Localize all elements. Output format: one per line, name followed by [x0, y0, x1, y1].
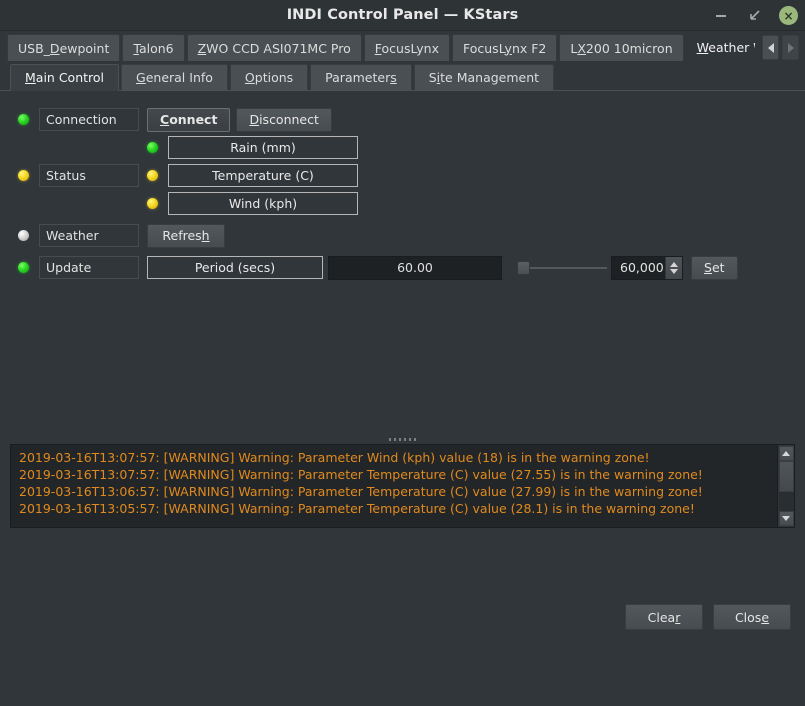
weather-status-led	[18, 230, 29, 241]
spinbox-steppers	[665, 256, 682, 279]
minimize-icon[interactable]	[711, 6, 731, 26]
log-text-area[interactable]: 2019-03-16T13:07:57: [WARNING] Warning: …	[11, 445, 777, 527]
status-row: Status Temperature (C)	[18, 163, 787, 188]
device-tab-usb-dewpoint[interactable]: USB_Dewpoint	[7, 34, 121, 61]
rain-label: Rain (mm)	[168, 136, 358, 159]
scrollbar-track[interactable]	[778, 461, 794, 511]
chevron-up-icon[interactable]	[670, 261, 678, 267]
restore-icon[interactable]	[745, 6, 765, 26]
log-line: 2019-03-16T13:05:57: [WARNING] Warning: …	[19, 501, 695, 516]
set-button[interactable]: Set	[691, 255, 738, 280]
device-tab-focuslynx[interactable]: FocusLynx	[363, 34, 450, 61]
slider-groove	[523, 266, 607, 269]
weather-label: Weather	[39, 224, 139, 247]
weather-row: Weather Refresh	[18, 223, 787, 248]
main-control-panel: Connection Connect Disconnect Rain (mm) …	[0, 91, 805, 435]
tab-options[interactable]: Options	[229, 64, 309, 90]
refresh-button[interactable]: Refresh	[147, 223, 225, 248]
panel-splitter[interactable]	[0, 435, 805, 444]
scrollbar-thumb[interactable]	[778, 461, 794, 492]
property-form: Connection Connect Disconnect Rain (mm) …	[18, 107, 787, 283]
log-scrollbar[interactable]	[777, 445, 794, 527]
chevron-left-icon[interactable]	[762, 35, 779, 60]
device-tab-lx200-10micron[interactable]: LX200 10micron	[559, 34, 684, 61]
tab-scroll-controls	[762, 35, 799, 60]
temperature-label: Temperature (C)	[168, 164, 358, 187]
device-tab-talon6[interactable]: Talon6	[122, 34, 185, 61]
update-row: Update Period (secs) 60.00 60,000 Set	[18, 255, 787, 280]
temperature-status-led	[147, 170, 158, 181]
tab-general-info[interactable]: General Info	[121, 64, 228, 90]
splitter-grip-icon	[389, 438, 416, 441]
connection-label: Connection	[39, 108, 139, 131]
window-title: INDI Control Panel — KStars	[286, 7, 519, 23]
device-tab-focuslynx-f2[interactable]: FocusLynx F2	[452, 34, 558, 61]
connection-status-led	[18, 114, 29, 125]
rain-status-led	[147, 142, 158, 153]
device-tab-weather-watcher[interactable]: Weather Watcher	[685, 33, 755, 61]
chevron-right-icon[interactable]	[782, 35, 799, 60]
status-label: Status	[39, 164, 139, 187]
connection-row: Connection Connect Disconnect	[18, 107, 787, 132]
close-button[interactable]: Close	[713, 604, 791, 630]
close-icon[interactable]: ×	[779, 6, 798, 25]
tab-site-management[interactable]: Site Management	[413, 64, 555, 90]
wind-label: Wind (kph)	[168, 192, 358, 215]
wind-row: Wind (kph)	[18, 191, 787, 216]
chevron-down-icon[interactable]	[670, 268, 678, 274]
device-tab-zwo-ccd[interactable]: ZWO CCD ASI071MC Pro	[186, 34, 362, 61]
device-tab-list: USB_Dewpoint Talon6 ZWO CCD ASI071MC Pro…	[7, 33, 755, 61]
rain-row: Rain (mm)	[18, 135, 787, 160]
period-spinbox[interactable]: 60,000	[611, 255, 683, 280]
indi-control-panel-window: INDI Control Panel — KStars × USB_Dewpoi…	[0, 0, 805, 706]
clear-button[interactable]: Clear	[625, 604, 703, 630]
update-label: Update	[39, 256, 139, 279]
status-led	[18, 170, 29, 181]
period-value-field: 60.00	[328, 255, 502, 280]
window-controls: ×	[711, 0, 798, 31]
scroll-up-icon[interactable]	[778, 446, 794, 461]
log-line: 2019-03-16T13:06:57: [WARNING] Warning: …	[19, 484, 703, 499]
sub-tab-bar: Main Control General Info Options Parame…	[0, 61, 805, 91]
title-bar: INDI Control Panel — KStars ×	[0, 0, 805, 31]
period-slider[interactable]	[517, 257, 607, 279]
disconnect-button[interactable]: Disconnect	[236, 107, 332, 132]
connect-button[interactable]: Connect	[147, 107, 231, 132]
spinbox-value[interactable]: 60,000	[612, 260, 665, 275]
tab-parameters[interactable]: Parameters	[310, 64, 412, 90]
tab-main-control[interactable]: Main Control	[10, 64, 120, 91]
device-tab-bar: USB_Dewpoint Talon6 ZWO CCD ASI071MC Pro…	[0, 31, 805, 61]
footer-bar: Clear Close	[0, 528, 805, 706]
log-line: 2019-03-16T13:07:57: [WARNING] Warning: …	[19, 467, 703, 482]
log-panel: 2019-03-16T13:07:57: [WARNING] Warning: …	[10, 444, 795, 528]
period-label: Period (secs)	[147, 256, 323, 279]
wind-status-led	[147, 198, 158, 209]
scroll-down-icon[interactable]	[778, 511, 794, 526]
log-line: 2019-03-16T13:07:57: [WARNING] Warning: …	[19, 450, 650, 465]
slider-handle[interactable]	[517, 260, 530, 275]
update-status-led	[18, 262, 29, 273]
